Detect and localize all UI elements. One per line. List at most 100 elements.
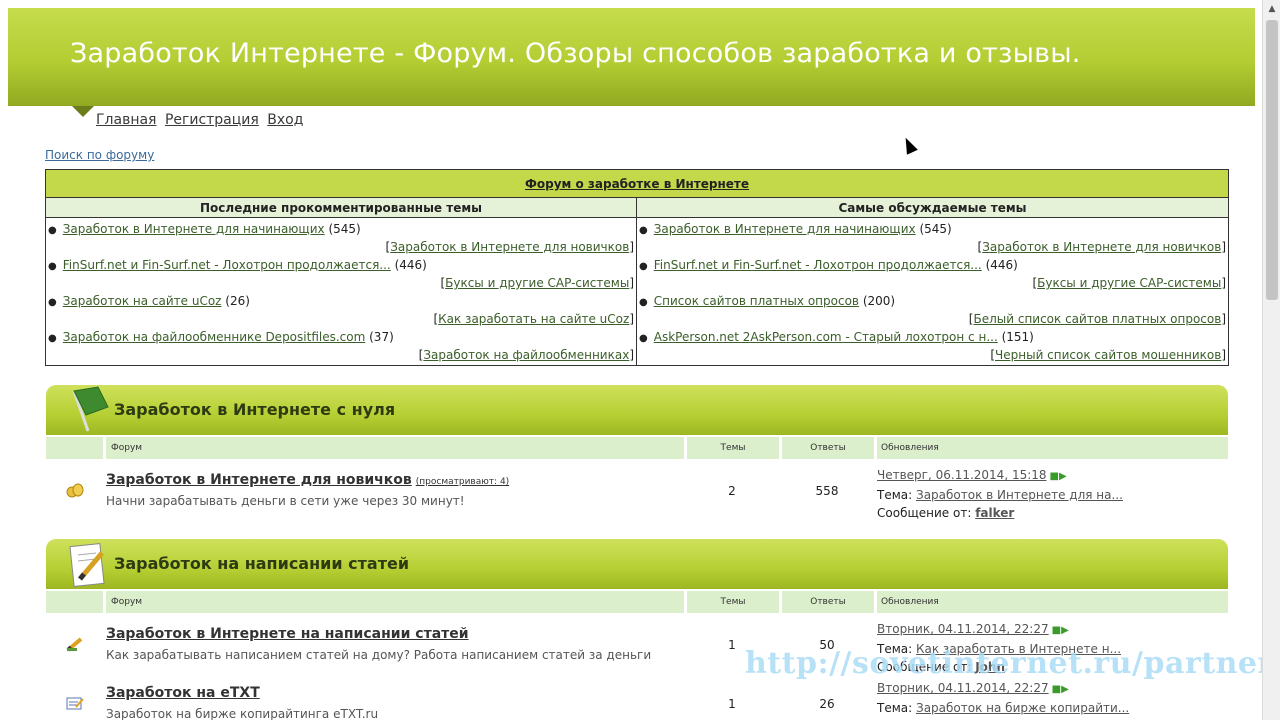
forum-link[interactable]: Черный список сайтов мошенников (995, 348, 1221, 362)
list-item: ● Заработок на сайте uCoz (26) [Как зараб… (48, 294, 634, 326)
topic-link[interactable]: Список сайтов платных опросов (654, 294, 859, 308)
topic-count: (26) (225, 294, 250, 308)
goto-arrow-icon[interactable]: ■▶ (1050, 471, 1067, 482)
forum-name-link[interactable]: Заработок на eTXT (106, 685, 260, 701)
forum-link[interactable]: Заработок на файлообменниках (423, 348, 629, 362)
col-replies: Ответы (782, 591, 874, 613)
summary-title-link[interactable]: Форум о заработке в Интернете (525, 177, 749, 191)
topic-count: (446) (985, 258, 1018, 272)
col-forum: Форум (106, 591, 684, 613)
bullet-icon: ● (48, 261, 57, 272)
topic-link[interactable]: FinSurf.net и Fin-Surf.net - Лохотрон пр… (63, 258, 391, 272)
popular-topics-header: Самые обсуждаемые темы (637, 198, 1228, 218)
last-update: Четверг, 06.11.2014, 15:18 ■▶ Тема: Зараб… (877, 466, 1123, 522)
col-topics: Темы (687, 591, 779, 613)
topic-link[interactable]: AskPerson.net 2AskPerson.com - Старый ло… (654, 330, 998, 344)
flag-icon (68, 385, 112, 438)
bullet-icon: ● (639, 333, 648, 344)
replies-count: 26 (819, 697, 835, 711)
forum-search-link[interactable]: Поиск по форуму (45, 148, 154, 162)
topic-count: (200) (862, 294, 896, 308)
note-icon (66, 695, 84, 714)
latest-topics-column: Последние прокомментированные темы ● Зара… (46, 198, 637, 365)
update-date-link[interactable]: Вторник, 04.11.2014, 22:27 (877, 622, 1049, 636)
col-updates: Обновления (877, 437, 1228, 459)
bullet-icon: ● (639, 297, 648, 308)
forum-table-header: Форум Темы Ответы Обновления (46, 437, 1228, 459)
col-updates: Обновления (877, 591, 1228, 613)
replies-count: 558 (815, 484, 839, 498)
topic-label: Тема: (877, 488, 913, 502)
topic-count: (545) (919, 222, 952, 236)
latest-topics-header: Последние прокомментированные темы (46, 198, 636, 218)
topic-count: (446) (394, 258, 427, 272)
message-label: Сообщение от: (877, 506, 972, 520)
update-date-link[interactable]: Четверг, 06.11.2014, 15:18 (877, 468, 1047, 482)
topic-link[interactable]: Заработок на файлообменнике Depositfiles… (63, 330, 366, 344)
list-item: ● FinSurf.net и Fin-Surf.net - Лохотрон п… (639, 258, 1226, 290)
category-header: Заработок в Интернете с нуля (46, 385, 1228, 435)
nav-home-link[interactable]: Главная (96, 112, 156, 128)
pencil-note-icon (68, 539, 112, 592)
topics-count: 1 (728, 697, 736, 711)
list-item: ● Заработок в Интернете для начинающих (5… (48, 222, 634, 254)
bullet-icon: ● (48, 297, 57, 308)
forum-description: Как зарабатывать написанием статей на до… (106, 648, 652, 662)
scrollbar-thumb[interactable] (1266, 20, 1278, 300)
table-row: Заработок на eTXT Заработок на бирже коп… (46, 675, 1228, 720)
forum-link[interactable]: Заработок в Интернете для новичков (390, 240, 629, 254)
bullet-icon: ● (48, 225, 57, 236)
pencil-icon (66, 636, 84, 655)
bullet-icon: ● (639, 261, 648, 272)
topic-link[interactable]: Заработок в Интернете для начинающих (63, 222, 325, 236)
goto-arrow-icon[interactable]: ■▶ (1052, 625, 1069, 636)
forum-link[interactable]: Как заработать на сайте uCoz (438, 312, 629, 326)
top-nav: Главная Регистрация Вход (96, 112, 307, 128)
forum-link[interactable]: Белый список сайтов платных опросов (973, 312, 1221, 326)
topic-link[interactable]: FinSurf.net и Fin-Surf.net - Лохотрон пр… (654, 258, 982, 272)
summary-table: Форум о заработке в Интернете Последние … (45, 169, 1229, 366)
forum-description: Начни зарабатывать деньги в сети уже чер… (106, 494, 465, 508)
col-topics: Темы (687, 437, 779, 459)
topic-label: Тема: (877, 701, 913, 715)
forum-link[interactable]: Заработок в Интернете для новичков (982, 240, 1221, 254)
nav-register-link[interactable]: Регистрация (165, 112, 259, 128)
header-notch-cut (72, 106, 94, 128)
bullet-icon: ● (639, 225, 648, 236)
bullet-icon: ● (48, 333, 57, 344)
topic-link[interactable]: Заработок на сайте uCoz (63, 294, 222, 308)
vertical-scrollbar[interactable]: ▲ (1262, 0, 1280, 720)
category-header: Заработок на написании статей (46, 539, 1228, 589)
scroll-up-icon[interactable]: ▲ (1263, 0, 1280, 18)
forum-name-link[interactable]: Заработок в Интернете на написании стате… (106, 626, 469, 642)
summary-title: Форум о заработке в Интернете (46, 170, 1228, 198)
topic-link[interactable]: Заработок в Интернете для начинающих (654, 222, 916, 236)
col-forum: Форум (106, 437, 684, 459)
viewing-count: (просматривают: 4) (415, 477, 510, 487)
list-item: ● Список сайтов платных опросов (200) [Бе… (639, 294, 1226, 326)
update-date-link[interactable]: Вторник, 04.11.2014, 22:27 (877, 681, 1049, 695)
list-item: ● Заработок на файлообменнике Depositfile… (48, 330, 634, 362)
site-title: Заработок Интернете - Форум. Обзоры спос… (70, 38, 1081, 69)
goto-arrow-icon[interactable]: ■▶ (1052, 684, 1069, 695)
forum-description: Заработок на бирже копирайтинга eTXT.ru (106, 707, 379, 720)
table-row: Заработок в Интернете для новичков (просм… (46, 462, 1228, 520)
last-topic-link[interactable]: Заработок на бирже копирайти... (916, 701, 1129, 715)
topics-count: 2 (728, 484, 736, 498)
list-item: ● FinSurf.net и Fin-Surf.net - Лохотрон п… (48, 258, 634, 290)
category-title: Заработок в Интернете с нуля (114, 400, 396, 419)
forum-link[interactable]: Буксы и другие CAP-системы (1037, 276, 1221, 290)
last-topic-link[interactable]: Заработок в Интернете для на... (916, 488, 1123, 502)
topic-count: (545) (328, 222, 361, 236)
topic-count: (37) (369, 330, 394, 344)
site-header: Заработок Интернете - Форум. Обзоры спос… (8, 8, 1255, 106)
forum-link[interactable]: Буксы и другие CAP-системы (445, 276, 629, 290)
watermark-url: http://sovetinternet.ru/partner (745, 646, 1274, 681)
list-item: ● Заработок в Интернете для начинающих (5… (639, 222, 1226, 254)
nav-login-link[interactable]: Вход (267, 112, 303, 128)
popular-topics-column: Самые обсуждаемые темы ● Заработок в Инте… (637, 198, 1228, 365)
category-title: Заработок на написании статей (114, 554, 410, 573)
mouse-cursor-icon (900, 135, 918, 155)
user-link[interactable]: falker (975, 506, 1014, 520)
forum-name-link[interactable]: Заработок в Интернете для новичков (106, 472, 412, 488)
